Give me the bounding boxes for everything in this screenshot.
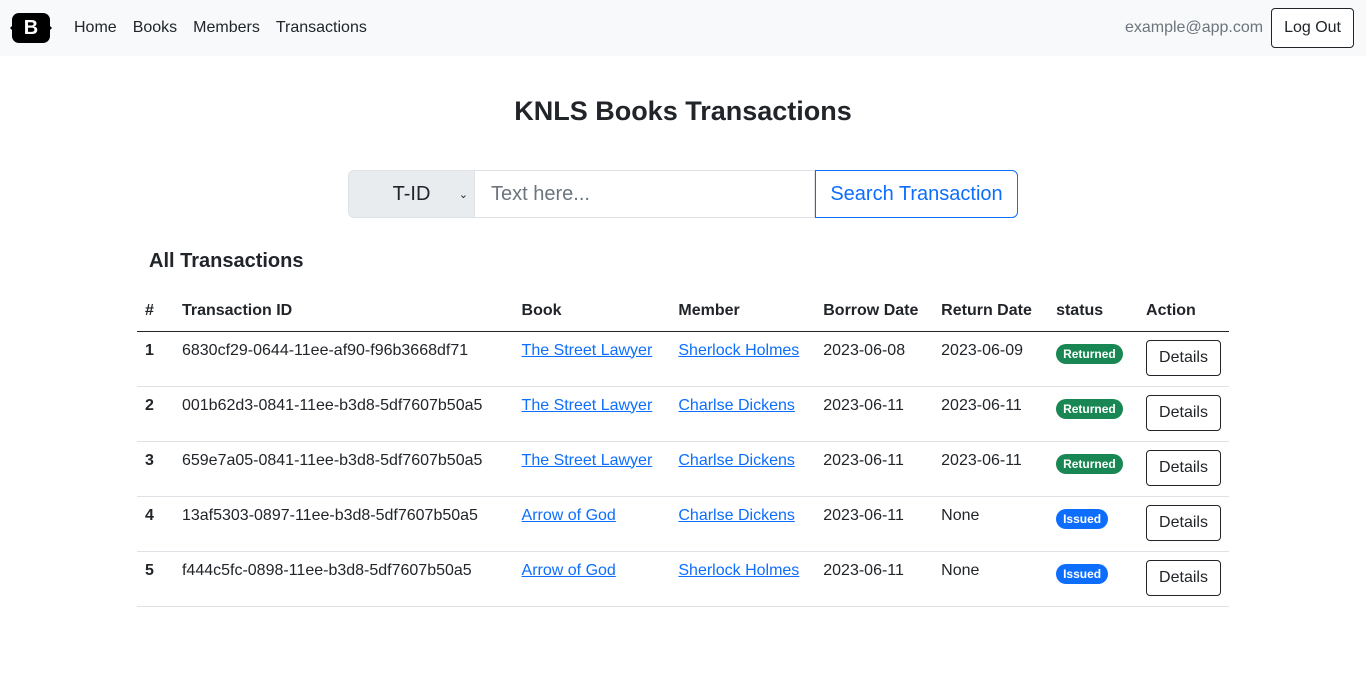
- borrow-date: 2023-06-11: [815, 441, 934, 497]
- borrow-date: 2023-06-08: [815, 331, 934, 387]
- row-number: 2: [137, 386, 174, 442]
- book-link[interactable]: The Street Lawyer: [522, 397, 653, 414]
- status-badge: Returned: [1056, 343, 1123, 364]
- member-link[interactable]: Sherlock Holmes: [678, 342, 799, 359]
- member-link[interactable]: Charlse Dickens: [678, 397, 794, 414]
- column-header: Return Date: [933, 292, 1049, 332]
- row-number: 3: [137, 441, 174, 497]
- search-group: T-ID ⌄ Text here... Search Transaction: [348, 170, 1018, 218]
- details-button[interactable]: Details: [1146, 504, 1221, 541]
- return-date: None: [933, 496, 1049, 552]
- nav-home[interactable]: Home: [74, 19, 117, 37]
- table-row: 3 659e7a05-0841-11ee-b3d8-5df7607b50a5 T…: [137, 441, 1229, 497]
- column-header: #: [137, 292, 174, 332]
- transaction-id: 659e7a05-0841-11ee-b3d8-5df7607b50a5: [173, 441, 514, 497]
- column-header: status: [1048, 292, 1139, 332]
- member-cell: Sherlock Holmes: [670, 331, 816, 387]
- logout-button[interactable]: Log Out: [1271, 8, 1354, 48]
- book-cell: Arrow of God: [513, 551, 671, 607]
- return-date: 2023-06-09: [933, 331, 1049, 387]
- row-number: 5: [137, 551, 174, 607]
- details-button[interactable]: Details: [1146, 339, 1221, 376]
- member-cell: Charlse Dickens: [670, 496, 816, 552]
- status-cell: Returned: [1048, 441, 1139, 497]
- nav-books[interactable]: Books: [133, 19, 177, 37]
- column-header: Member: [670, 292, 816, 332]
- table-row: 5 f444c5fc-0898-11ee-b3d8-5df7607b50a5 A…: [137, 551, 1229, 607]
- book-cell: The Street Lawyer: [513, 331, 671, 387]
- navbar: B Home Books Members Transactions exampl…: [0, 0, 1366, 56]
- status-cell: Issued: [1048, 551, 1139, 607]
- book-link[interactable]: Arrow of God: [522, 562, 616, 579]
- transaction-id: 001b62d3-0841-11ee-b3d8-5df7607b50a5: [173, 386, 514, 442]
- book-cell: The Street Lawyer: [513, 441, 671, 497]
- status-cell: Returned: [1048, 386, 1139, 442]
- transaction-id: f444c5fc-0898-11ee-b3d8-5df7607b50a5: [173, 551, 514, 607]
- borrow-date: 2023-06-11: [815, 551, 934, 607]
- transaction-id: 13af5303-0897-11ee-b3d8-5df7607b50a5: [173, 496, 514, 552]
- column-header: Book: [513, 292, 671, 332]
- status-badge: Returned: [1056, 453, 1123, 474]
- table-row: 4 13af5303-0897-11ee-b3d8-5df7607b50a5 A…: [137, 496, 1229, 552]
- action-cell: Details: [1138, 551, 1229, 607]
- search-type-select[interactable]: T-ID ⌄: [348, 170, 475, 218]
- details-button[interactable]: Details: [1146, 559, 1221, 596]
- member-link[interactable]: Charlse Dickens: [678, 507, 794, 524]
- book-cell: The Street Lawyer: [513, 386, 671, 442]
- book-link[interactable]: The Street Lawyer: [522, 342, 653, 359]
- book-link[interactable]: Arrow of God: [522, 507, 616, 524]
- action-cell: Details: [1138, 496, 1229, 552]
- details-button[interactable]: Details: [1146, 394, 1221, 431]
- column-header: Borrow Date: [815, 292, 934, 332]
- page-title: KNLS Books Transactions: [514, 96, 852, 126]
- nav-transactions[interactable]: Transactions: [276, 19, 367, 37]
- search-input[interactable]: Text here...: [475, 170, 815, 218]
- status-cell: Issued: [1048, 496, 1139, 552]
- member-cell: Sherlock Holmes: [670, 551, 816, 607]
- table-row: 2 001b62d3-0841-11ee-b3d8-5df7607b50a5 T…: [137, 386, 1229, 442]
- bootstrap-logo[interactable]: B: [10, 13, 52, 43]
- details-button[interactable]: Details: [1146, 449, 1221, 486]
- nav-members[interactable]: Members: [193, 19, 260, 37]
- status-badge: Issued: [1056, 563, 1109, 584]
- search-transaction-button[interactable]: Search Transaction: [815, 170, 1018, 218]
- borrow-date: 2023-06-11: [815, 496, 934, 552]
- row-number: 4: [137, 496, 174, 552]
- status-cell: Returned: [1048, 331, 1139, 387]
- table-row: 1 6830cf29-0644-11ee-af90-f96b3668df71 T…: [137, 331, 1229, 387]
- action-cell: Details: [1138, 331, 1229, 387]
- member-link[interactable]: Sherlock Holmes: [678, 562, 799, 579]
- user-email: example@app.com: [1124, 19, 1264, 36]
- row-number: 1: [137, 331, 174, 387]
- member-cell: Charlse Dickens: [670, 386, 816, 442]
- transaction-id: 6830cf29-0644-11ee-af90-f96b3668df71: [173, 331, 514, 387]
- member-link[interactable]: Charlse Dickens: [678, 452, 794, 469]
- return-date: None: [933, 551, 1049, 607]
- action-cell: Details: [1138, 441, 1229, 497]
- book-link[interactable]: The Street Lawyer: [522, 452, 653, 469]
- status-badge: Returned: [1056, 398, 1123, 419]
- borrow-date: 2023-06-11: [815, 386, 934, 442]
- select-value: T-ID: [392, 182, 431, 205]
- section-title: All Transactions: [149, 250, 304, 272]
- book-cell: Arrow of God: [513, 496, 671, 552]
- return-date: 2023-06-11: [933, 386, 1049, 442]
- member-cell: Charlse Dickens: [670, 441, 816, 497]
- column-header: Action: [1138, 292, 1229, 332]
- transactions-table: # Transaction ID Book Member Borrow Date Retu…: [137, 292, 1229, 607]
- chevron-down-icon: ⌄: [458, 188, 468, 201]
- action-cell: Details: [1138, 386, 1229, 442]
- return-date: 2023-06-11: [933, 441, 1049, 497]
- column-header: Transaction ID: [173, 292, 514, 332]
- status-badge: Issued: [1056, 508, 1109, 529]
